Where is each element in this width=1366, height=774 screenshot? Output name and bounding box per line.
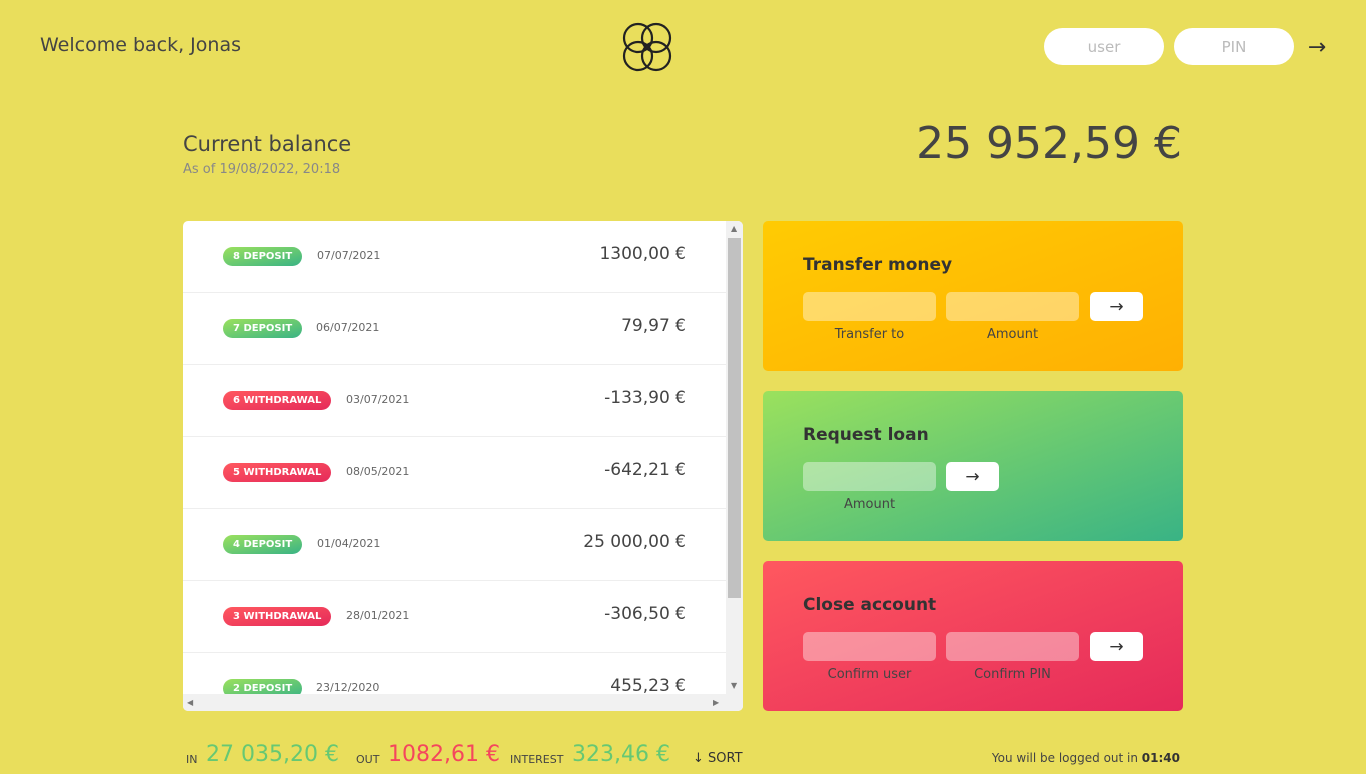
sort-button[interactable]: ↓ SORT: [693, 751, 743, 766]
logout-text: You will be logged out in: [991, 751, 1142, 765]
transfer-button[interactable]: →: [1090, 292, 1143, 321]
movement-value: 1300,00 €: [599, 244, 686, 264]
loan-button[interactable]: →: [946, 462, 999, 491]
movement-row: 7 DEPOSIT 06/07/2021 79,97 €: [183, 293, 726, 365]
close-user-label: Confirm user: [827, 667, 912, 682]
movement-row: 5 WITHDRAWAL 08/05/2021 -642,21 €: [183, 437, 726, 509]
movement-value: -133,90 €: [604, 388, 686, 408]
transfer-title: Transfer money: [803, 255, 953, 275]
movement-type-badge: 6 WITHDRAWAL: [223, 391, 332, 410]
welcome-message: Welcome back, Jonas: [40, 34, 241, 56]
movement-date: 01/04/2021: [317, 537, 381, 550]
close-button[interactable]: →: [1090, 632, 1143, 661]
movement-row: 3 WITHDRAWAL 28/01/2021 -306,50 €: [183, 581, 726, 653]
close-account-panel: Close account → Confirm user Confirm PIN: [763, 561, 1183, 711]
movement-type-badge: 4 DEPOSIT: [223, 535, 303, 554]
movement-date: 06/07/2021: [316, 321, 380, 334]
close-user-input[interactable]: [803, 632, 936, 661]
close-title: Close account: [803, 595, 937, 615]
movement-type-badge: 7 DEPOSIT: [223, 319, 303, 338]
movements-panel: 8 DEPOSIT 07/07/2021 1300,00 € 7 DEPOSIT…: [183, 221, 743, 711]
movement-type-badge: 5 WITHDRAWAL: [223, 463, 332, 482]
vertical-scrollbar[interactable]: ▲ ▼: [726, 221, 743, 694]
login-button[interactable]: →: [1300, 30, 1334, 64]
summary-in-label: IN: [186, 753, 198, 766]
loan-panel: Request loan → Amount: [763, 391, 1183, 541]
summary-in-value: 27 035,20 €: [206, 742, 339, 767]
movement-date: 28/01/2021: [346, 609, 410, 622]
movement-row: 8 DEPOSIT 07/07/2021 1300,00 €: [183, 221, 726, 293]
movement-value: 79,97 €: [621, 316, 686, 336]
logout-timer-text: You will be logged out in 01:40: [992, 751, 1180, 765]
summary-interest-label: INTEREST: [510, 753, 564, 766]
movement-row: 4 DEPOSIT 01/04/2021 25 000,00 €: [183, 509, 726, 581]
movement-date: 23/12/2020: [316, 681, 380, 694]
transfer-amount-label: Amount: [986, 327, 1039, 342]
scroll-down-icon[interactable]: ▼: [731, 681, 737, 690]
movement-value: 25 000,00 €: [583, 532, 686, 552]
loan-title: Request loan: [803, 425, 929, 445]
scrollbar-thumb[interactable]: [728, 238, 741, 598]
summary-out-label: OUT: [356, 753, 380, 766]
scroll-right-icon[interactable]: ▶: [713, 698, 719, 707]
loan-amount-input[interactable]: [803, 462, 936, 491]
movement-row: 2 DEPOSIT 23/12/2020 455,23 €: [183, 653, 726, 694]
transfer-amount-input[interactable]: [946, 292, 1079, 321]
transfer-to-input[interactable]: [803, 292, 936, 321]
balance-label: Current balance: [183, 132, 352, 156]
close-pin-label: Confirm PIN: [974, 667, 1051, 682]
movement-value: 455,23 €: [610, 676, 686, 694]
horizontal-scrollbar[interactable]: ◀ ▶: [183, 694, 726, 711]
top-nav: Welcome back, Jonas →: [0, 0, 1366, 95]
close-pin-input[interactable]: [946, 632, 1079, 661]
movement-date: 08/05/2021: [346, 465, 410, 478]
movements-list: 8 DEPOSIT 07/07/2021 1300,00 € 7 DEPOSIT…: [183, 221, 726, 694]
movement-date: 03/07/2021: [346, 393, 410, 406]
summary-interest-value: 323,46 €: [572, 742, 670, 767]
transfer-panel: Transfer money → Transfer to Amount: [763, 221, 1183, 371]
logout-timer: 01:40: [1141, 751, 1180, 765]
transfer-to-label: Transfer to: [834, 327, 905, 342]
scroll-left-icon[interactable]: ◀: [187, 698, 193, 707]
movement-row: 6 WITHDRAWAL 03/07/2021 -133,90 €: [183, 365, 726, 437]
scrollbar-corner: [726, 694, 743, 711]
movement-value: -642,21 €: [604, 460, 686, 480]
movement-type-badge: 8 DEPOSIT: [223, 247, 303, 266]
loan-amount-label: Amount: [843, 497, 896, 512]
scroll-up-icon[interactable]: ▲: [731, 224, 737, 233]
movement-date: 07/07/2021: [317, 249, 381, 262]
balance-value: 25 952,59 €: [916, 118, 1182, 169]
movement-type-badge: 3 WITHDRAWAL: [223, 607, 332, 626]
movement-type-badge: 2 DEPOSIT: [223, 679, 303, 694]
movement-value: -306,50 €: [604, 604, 686, 624]
summary-out-value: 1082,61 €: [388, 742, 500, 767]
login-user-input[interactable]: [1044, 28, 1164, 65]
login-pin-input[interactable]: [1174, 28, 1294, 65]
logo-icon: [622, 22, 672, 72]
balance-date: As of 19/08/2022, 20:18: [183, 162, 341, 177]
